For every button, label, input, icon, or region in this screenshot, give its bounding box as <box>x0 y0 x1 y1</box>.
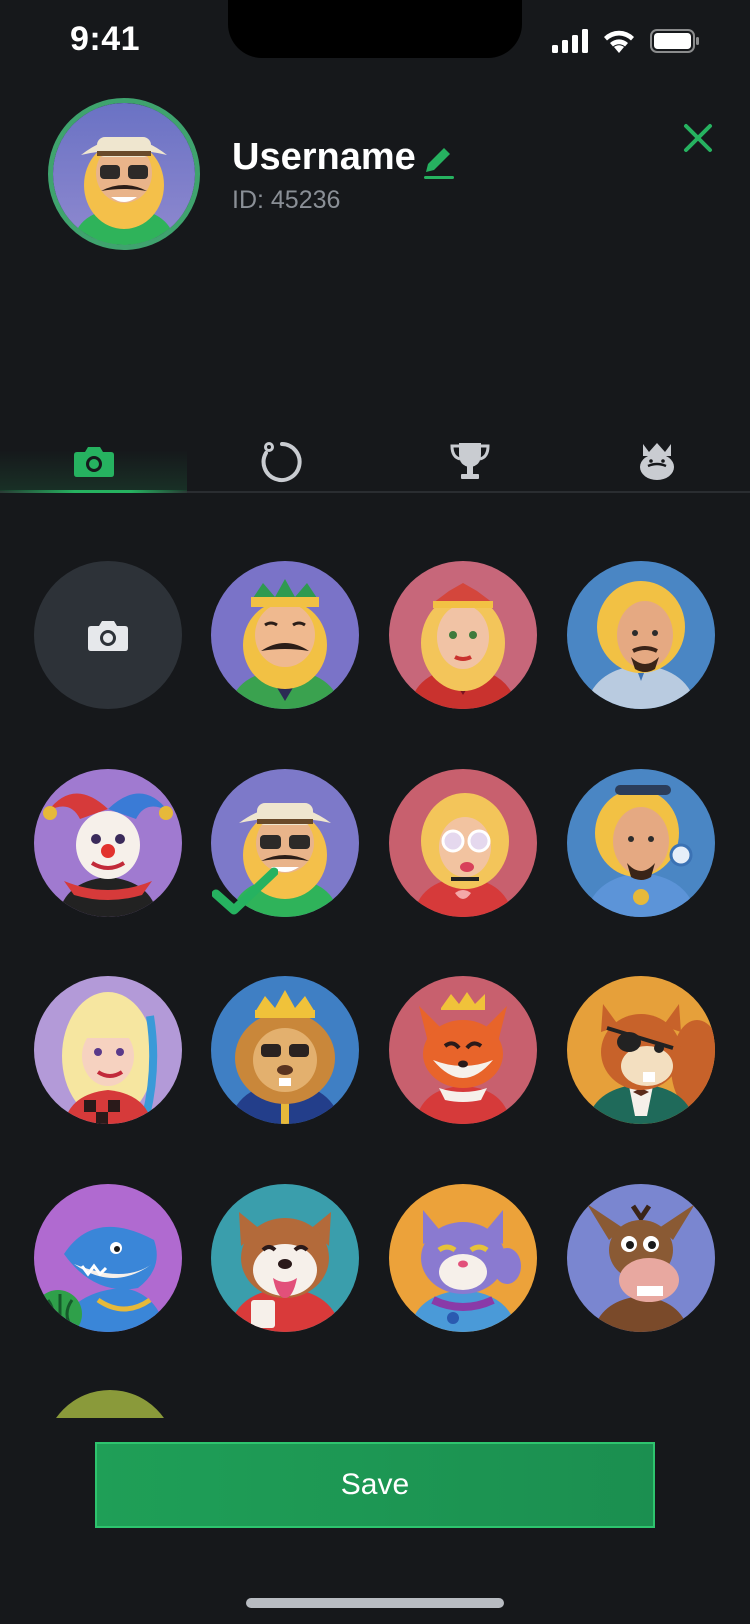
home-indicator <box>246 1598 504 1608</box>
avatar-blond-man-blue[interactable] <box>567 561 715 709</box>
settings-ring-icon <box>261 442 302 482</box>
king-crown-icon <box>639 443 674 480</box>
king-avatar-icon <box>211 561 359 709</box>
safari-mustache-man-avatar-icon <box>53 103 195 245</box>
queen-avatar-icon <box>389 561 537 709</box>
tab-camera[interactable] <box>0 430 187 492</box>
pencil-edit-icon[interactable] <box>420 140 456 180</box>
cat-avatar-icon <box>389 1184 537 1332</box>
avatar-jester[interactable] <box>34 769 182 917</box>
avatar-fox-queen[interactable] <box>389 976 537 1124</box>
jester-avatar-icon <box>34 769 182 917</box>
donkey-avatar-icon <box>567 1184 715 1332</box>
avatar-king-green[interactable] <box>211 561 359 709</box>
battery-icon <box>650 29 699 53</box>
tab-king[interactable] <box>563 430 750 492</box>
avatar-blonde-sunglasses-woman[interactable] <box>389 769 537 917</box>
blonde-woman-avatar-icon <box>389 769 537 917</box>
avatar-squirrel-pirate[interactable] <box>567 976 715 1124</box>
selected-check-icon <box>212 867 278 915</box>
blonde-checkered-woman-avatar-icon <box>34 976 182 1124</box>
status-icons <box>552 28 700 54</box>
avatar-shark[interactable] <box>34 1184 182 1332</box>
camera-icon <box>73 447 114 477</box>
avatar-lion-king[interactable] <box>211 976 359 1124</box>
blond-man-chip-avatar-icon <box>567 769 715 917</box>
avatar-blonde-woman-checkered[interactable] <box>34 976 182 1124</box>
upload-photo-avatar[interactable] <box>34 561 182 709</box>
wifi-icon <box>604 30 634 53</box>
avatar-tabs <box>0 430 750 493</box>
profile-avatar[interactable] <box>48 98 200 250</box>
shark-avatar-icon <box>34 1184 182 1332</box>
avatar-donkey[interactable] <box>567 1184 715 1332</box>
camera-icon <box>88 621 128 651</box>
avatar-dog[interactable] <box>211 1184 359 1332</box>
notch <box>228 0 522 58</box>
tab-trophy[interactable] <box>376 430 563 492</box>
dog-avatar-icon <box>211 1184 359 1332</box>
save-button[interactable]: Save <box>95 1442 655 1528</box>
status-time: 9:41 <box>70 20 141 58</box>
trophy-icon <box>449 443 490 479</box>
squirrel-pirate-avatar-icon <box>567 976 715 1124</box>
avatar-partial-circle <box>44 1390 176 1418</box>
username: Username <box>232 136 416 178</box>
tab-settings-ring[interactable] <box>188 430 375 492</box>
lion-king-avatar-icon <box>211 976 359 1124</box>
user-id: ID: 45236 <box>232 186 341 214</box>
close-icon[interactable] <box>680 120 716 156</box>
avatar-cat[interactable] <box>389 1184 537 1332</box>
avatar-queen-red[interactable] <box>389 561 537 709</box>
avatar-partial[interactable] <box>44 1390 176 1418</box>
avatar-blond-man-chip[interactable] <box>567 769 715 917</box>
signal-icon <box>552 29 588 53</box>
blond-man-avatar-icon <box>567 561 715 709</box>
tab-active-indicator <box>0 490 187 493</box>
fox-queen-avatar-icon <box>389 976 537 1124</box>
